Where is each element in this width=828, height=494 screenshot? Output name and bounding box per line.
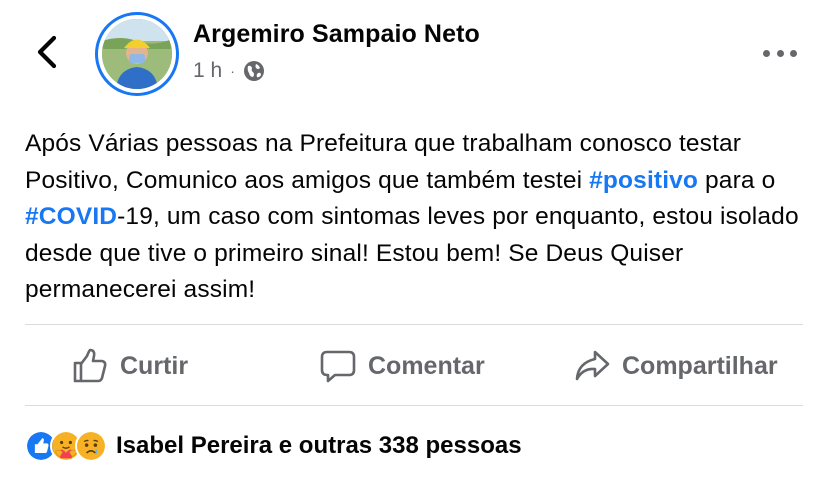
share-label: Compartilhar bbox=[622, 351, 778, 380]
post-header: Argemiro Sampaio Neto 1 h · bbox=[0, 0, 828, 110]
chevron-left-icon bbox=[37, 35, 57, 69]
post-text-part: para o bbox=[698, 166, 776, 194]
comment-label: Comentar bbox=[368, 351, 485, 380]
divider bbox=[25, 324, 803, 325]
globe-icon bbox=[243, 61, 264, 81]
back-button[interactable] bbox=[30, 32, 64, 72]
thumbs-up-icon bbox=[70, 346, 110, 386]
like-label: Curtir bbox=[120, 351, 189, 380]
author-name[interactable]: Argemiro Sampaio Neto bbox=[193, 20, 480, 49]
reaction-icons bbox=[25, 430, 107, 462]
divider bbox=[25, 405, 803, 406]
post-text: Após Várias pessoas na Prefeitura que tr… bbox=[25, 126, 815, 309]
reactions-summary[interactable]: Isabel Pereira e outras 338 pessoas bbox=[25, 424, 522, 468]
avatar[interactable] bbox=[95, 12, 179, 96]
avatar-image bbox=[102, 19, 172, 89]
meta-separator: · bbox=[230, 63, 235, 79]
more-dot-icon bbox=[776, 49, 784, 57]
share-icon bbox=[572, 346, 612, 386]
like-button[interactable]: Curtir bbox=[70, 342, 188, 390]
comment-button[interactable]: Comentar bbox=[318, 342, 485, 390]
more-dot-icon bbox=[763, 49, 770, 57]
reactions-text: Isabel Pereira e outras 338 pessoas bbox=[116, 432, 522, 459]
sad-reaction-icon bbox=[75, 430, 107, 462]
post-text-part: -19, um caso com sintomas leves por enqu… bbox=[25, 203, 799, 303]
post-time[interactable]: 1 h bbox=[193, 59, 222, 83]
action-bar: Curtir Comentar Compartilhar bbox=[0, 330, 828, 402]
hashtag-covid[interactable]: #COVID bbox=[25, 203, 117, 230]
more-options-button[interactable] bbox=[760, 40, 800, 66]
comment-icon bbox=[318, 346, 358, 386]
share-button[interactable]: Compartilhar bbox=[572, 342, 778, 390]
more-dot-icon bbox=[790, 49, 797, 57]
hashtag-positivo[interactable]: #positivo bbox=[589, 167, 698, 194]
post-meta: 1 h · bbox=[193, 58, 265, 84]
